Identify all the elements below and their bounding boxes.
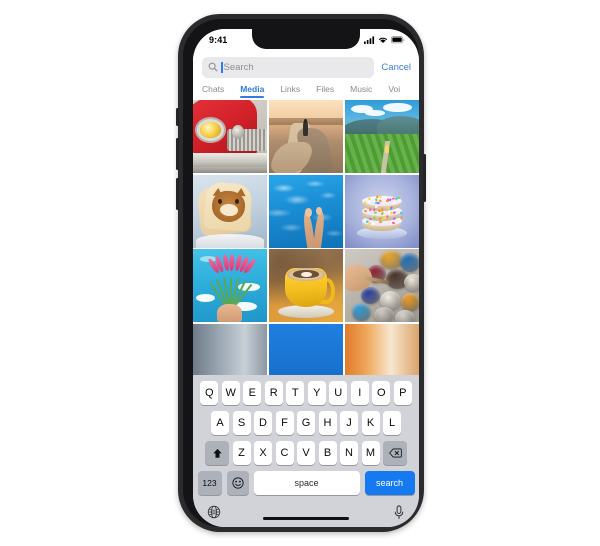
search-placeholder-text: Search — [224, 62, 254, 73]
media-thumbnail[interactable] — [345, 175, 419, 248]
key-t[interactable]: T — [286, 381, 304, 405]
keyboard-row-2: ASDFGHJKL — [193, 411, 419, 435]
sprinkle — [392, 222, 395, 224]
status-bar-time: 9:41 — [209, 35, 227, 45]
tab-bar: Chats Media Links Files Music Voi — [193, 81, 419, 99]
emoji-key[interactable] — [227, 471, 249, 495]
tab-voice[interactable]: Voi — [388, 84, 400, 97]
phone-frame: 9:41 Search Cancel Chats Media Links Fil… — [183, 19, 419, 527]
paint-bucket — [395, 310, 414, 322]
key-z[interactable]: Z — [233, 441, 251, 465]
media-thumbnail[interactable] — [345, 100, 419, 173]
phone-screen: 9:41 Search Cancel Chats Media Links Fil… — [193, 29, 419, 527]
tab-music[interactable]: Music — [350, 84, 372, 97]
media-thumbnail[interactable] — [193, 249, 267, 322]
media-thumbnail[interactable] — [269, 249, 343, 322]
cancel-button[interactable]: Cancel — [381, 62, 411, 73]
key-o[interactable]: O — [372, 381, 390, 405]
cellular-signal-icon — [364, 36, 375, 44]
key-w[interactable]: W — [222, 381, 240, 405]
key-r[interactable]: R — [265, 381, 283, 405]
tab-files[interactable]: Files — [316, 84, 334, 97]
phone-device: 9:41 Search Cancel Chats Media Links Fil… — [178, 14, 424, 532]
microphone-dictation-icon[interactable] — [393, 505, 405, 520]
paint-bucket — [400, 253, 419, 271]
power-button[interactable] — [423, 154, 426, 202]
media-thumbnail[interactable] — [269, 324, 343, 376]
search-key[interactable]: search — [365, 471, 415, 495]
search-bar-row: Search Cancel — [193, 53, 419, 81]
sprinkle — [374, 208, 376, 211]
search-input[interactable]: Search — [202, 57, 374, 78]
keyboard-letters-row-3: ZXCVBNM — [233, 441, 380, 465]
tab-chats[interactable]: Chats — [202, 84, 224, 97]
silent-switch-button[interactable] — [176, 108, 179, 126]
numeric-key[interactable]: 123 — [198, 471, 222, 495]
media-thumbnail[interactable] — [193, 324, 267, 376]
paint-bucket — [404, 274, 419, 292]
device-notch — [252, 29, 360, 49]
wifi-icon — [378, 36, 388, 44]
key-q[interactable]: Q — [200, 381, 218, 405]
battery-icon — [391, 36, 405, 44]
emoji-smiley-icon — [232, 477, 244, 489]
sprinkle — [379, 221, 382, 223]
media-thumbnail[interactable] — [193, 100, 267, 173]
keyboard-bottom-bar — [193, 499, 419, 525]
key-f[interactable]: F — [276, 411, 294, 435]
key-u[interactable]: U — [329, 381, 347, 405]
key-i[interactable]: I — [351, 381, 369, 405]
keyboard-row-3: ZXCVBNM — [193, 441, 419, 465]
sprinkle — [374, 211, 377, 213]
key-y[interactable]: Y — [308, 381, 326, 405]
backspace-key[interactable] — [383, 441, 407, 465]
backspace-delete-icon — [389, 448, 402, 458]
shift-key[interactable] — [205, 441, 229, 465]
media-thumbnail[interactable] — [345, 249, 419, 322]
media-thumbnail[interactable] — [345, 324, 419, 376]
tab-links[interactable]: Links — [280, 84, 300, 97]
globe-language-icon[interactable] — [207, 505, 221, 519]
keyboard-row-4: 123 space search — [193, 471, 419, 495]
media-thumbnail[interactable] — [193, 175, 267, 248]
key-s[interactable]: S — [233, 411, 251, 435]
shift-up-arrow-icon — [212, 448, 223, 459]
key-m[interactable]: M — [362, 441, 380, 465]
key-d[interactable]: D — [254, 411, 272, 435]
status-bar-icons — [364, 36, 405, 44]
key-b[interactable]: B — [319, 441, 337, 465]
sprinkle — [400, 216, 403, 219]
key-g[interactable]: G — [297, 411, 315, 435]
media-thumbnail[interactable] — [269, 100, 343, 173]
key-c[interactable]: C — [276, 441, 294, 465]
space-key[interactable]: space — [254, 471, 360, 495]
onscreen-keyboard: QWERTYUIOP ASDFGHJKL ZXCVBNM 123 space s… — [193, 375, 419, 527]
key-l[interactable]: L — [383, 411, 401, 435]
key-v[interactable]: V — [297, 441, 315, 465]
key-k[interactable]: K — [362, 411, 380, 435]
media-grid — [193, 100, 419, 375]
tab-media[interactable]: Media — [240, 84, 264, 97]
volume-up-button[interactable] — [176, 138, 179, 170]
key-n[interactable]: N — [340, 441, 358, 465]
key-p[interactable]: P — [394, 381, 412, 405]
text-cursor — [221, 62, 223, 73]
key-x[interactable]: X — [254, 441, 272, 465]
search-icon — [208, 62, 218, 72]
media-thumbnail[interactable] — [269, 175, 343, 248]
paint-bucket — [401, 293, 419, 311]
key-e[interactable]: E — [243, 381, 261, 405]
paint-bucket — [374, 307, 393, 322]
paint-bucket — [352, 303, 371, 321]
key-h[interactable]: H — [319, 411, 337, 435]
home-indicator[interactable] — [263, 517, 349, 521]
key-j[interactable]: J — [340, 411, 358, 435]
sprinkle — [393, 201, 395, 204]
volume-down-button[interactable] — [176, 178, 179, 210]
keyboard-row-1: QWERTYUIOP — [193, 381, 419, 405]
key-a[interactable]: A — [211, 411, 229, 435]
sprinkle — [375, 198, 378, 201]
